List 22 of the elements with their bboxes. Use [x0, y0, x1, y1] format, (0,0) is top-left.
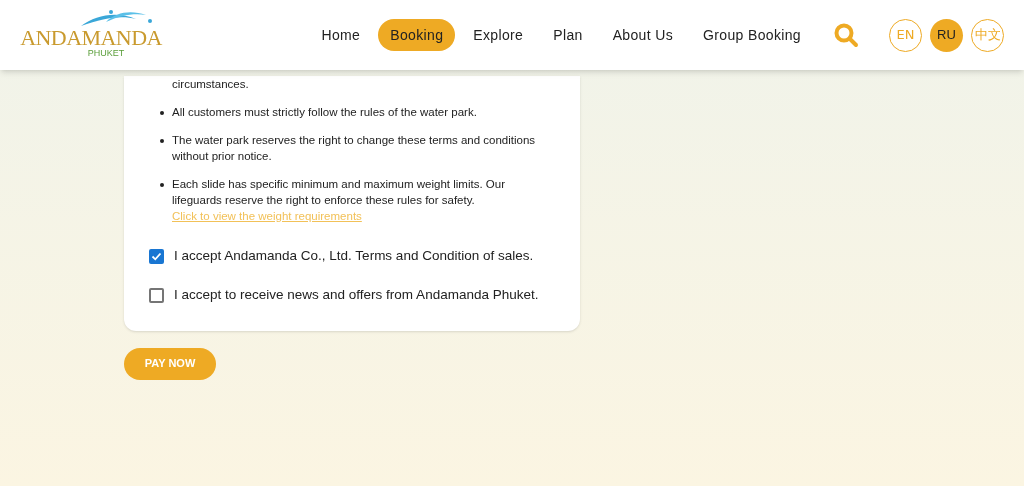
- logo-wordmark: ANDAMANDA: [20, 27, 162, 49]
- checkbox-label: I accept to receive news and offers from Andamanda Phuket.: [174, 286, 539, 305]
- term-text: circumstances.: [172, 77, 249, 92]
- term-text: Each slide has specific minimum and maximum weight limits. Our lifeguards reserve the right to enforce these rules for safety.: [172, 177, 506, 208]
- bullet-icon: [160, 183, 164, 187]
- checkbox[interactable]: [149, 287, 164, 303]
- term-text: The water park reserves the right to change these terms and conditions without prior notice.: [172, 133, 537, 164]
- nav-link[interactable]: About Us: [600, 19, 686, 51]
- checkbox[interactable]: [149, 248, 164, 264]
- nav-link[interactable]: Home: [309, 19, 373, 51]
- nav-link[interactable]: Group Booking: [691, 19, 813, 51]
- language-button[interactable]: RU: [930, 18, 963, 52]
- checkbox-label: I accept Andamanda Co., Ltd. Terms and Condition of sales.: [174, 247, 534, 265]
- nav-link[interactable]: Booking: [378, 19, 456, 51]
- bullet-icon: [160, 139, 164, 143]
- logo[interactable]: ANDAMANDA PHUKET: [20, 9, 162, 61]
- nav-link[interactable]: Plan: [541, 19, 595, 51]
- nav-link[interactable]: Explore: [461, 19, 536, 51]
- logo-subtitle: PHUKET: [87, 49, 125, 58]
- term-text: All customers must strictly follow the rules of the water park.: [172, 105, 477, 120]
- check-icon: [151, 250, 162, 262]
- bullet-icon: [160, 111, 164, 115]
